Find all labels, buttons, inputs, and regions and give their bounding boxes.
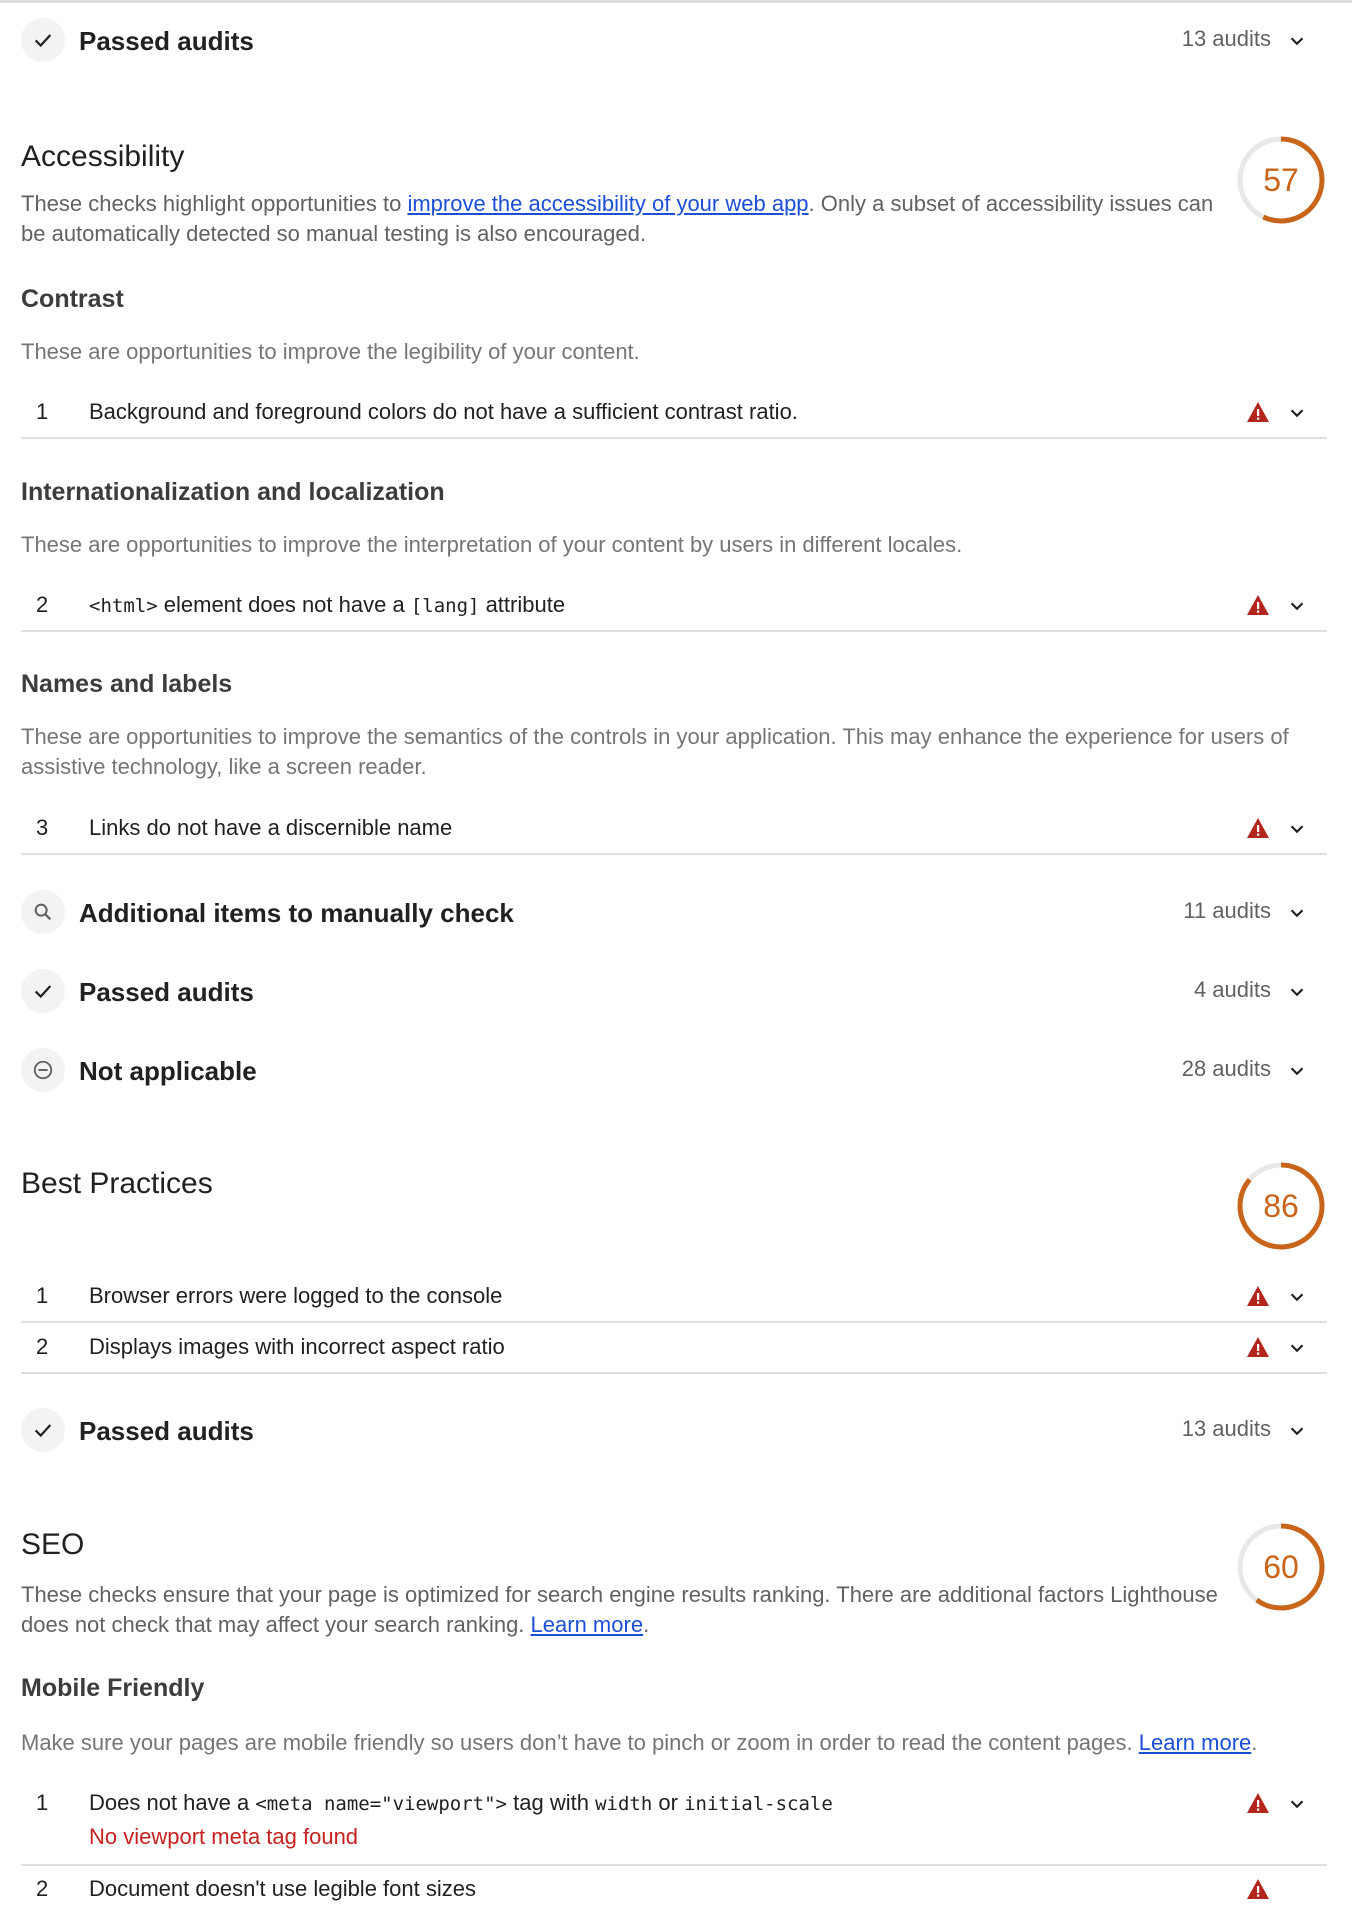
warning-triangle-icon: [1247, 1879, 1269, 1899]
score-gauge: 86: [1235, 1160, 1327, 1252]
learn-more-link[interactable]: Learn more: [531, 1612, 644, 1637]
group-count: 4 audits: [1193, 977, 1271, 1002]
check-icon: [21, 969, 65, 1013]
audit-number: 2: [36, 1876, 49, 1901]
warning-triangle-icon: [1247, 595, 1269, 615]
score-value: 60: [1263, 1549, 1299, 1585]
subgroup-description: These are opportunities to improve the l…: [21, 339, 640, 364]
audit-number: 1: [36, 399, 49, 424]
chevron-down-icon[interactable]: [1286, 818, 1308, 840]
chevron-down-icon[interactable]: [1286, 981, 1308, 1003]
group-title: Passed audits: [79, 977, 254, 1007]
search-icon: [21, 890, 65, 934]
group-count: 28 audits: [1181, 1056, 1271, 1081]
score-value: 57: [1263, 162, 1299, 198]
subgroup-title: Contrast: [21, 285, 124, 313]
passed-audits-group[interactable]: Passed audits 13 audits: [21, 18, 1327, 66]
subgroup-description: These are opportunities to improve the i…: [21, 532, 963, 557]
minus-circle-icon: [21, 1048, 65, 1092]
audit-number: 1: [36, 1283, 49, 1308]
top-divider: [0, 0, 1352, 3]
audit-row[interactable]: 3 Links do not have a discernible name: [21, 805, 1327, 855]
check-icon: [21, 1408, 65, 1452]
group-title: Passed audits: [79, 26, 254, 56]
chevron-down-icon[interactable]: [1286, 902, 1308, 924]
warning-triangle-icon: [1247, 818, 1269, 838]
check-icon: [21, 18, 65, 62]
audit-title: Browser errors were logged to the consol…: [89, 1283, 503, 1308]
subgroup-title: Names and labels: [21, 670, 233, 698]
chevron-down-icon[interactable]: [1286, 30, 1308, 52]
group-title: Passed audits: [79, 1416, 254, 1446]
audit-number: 3: [36, 815, 49, 840]
passed-audits-group[interactable]: Passed audits 4 audits: [21, 969, 1327, 1017]
audit-number: 2: [36, 1334, 49, 1359]
subgroup-title: Internationalization and localization: [21, 478, 445, 506]
group-count: 13 audits: [1181, 26, 1271, 51]
audit-row[interactable]: 2 <html> element does not have a [lang] …: [21, 582, 1327, 632]
warning-triangle-icon: [1247, 402, 1269, 422]
group-count: 11 audits: [1183, 898, 1271, 923]
warning-triangle-icon: [1247, 1337, 1269, 1357]
chevron-down-icon[interactable]: [1286, 1793, 1308, 1815]
chevron-down-icon[interactable]: [1286, 1337, 1308, 1359]
chevron-down-icon[interactable]: [1286, 1286, 1308, 1308]
subgroup-description: These are opportunities to improve the s…: [21, 724, 1289, 779]
audit-title: <html> element does not have a [lang] at…: [89, 592, 566, 617]
audit-error-text: No viewport meta tag found: [89, 1824, 359, 1849]
audit-title: Links do not have a discernible name: [89, 815, 453, 840]
audit-row[interactable]: 1 Background and foreground colors do no…: [21, 389, 1327, 439]
passed-audits-group[interactable]: Passed audits 13 audits: [21, 1408, 1327, 1456]
learn-more-link[interactable]: Learn more: [1139, 1730, 1252, 1755]
audit-number: 1: [36, 1790, 49, 1815]
audit-row[interactable]: 1 Browser errors were logged to the cons…: [21, 1273, 1327, 1323]
audit-title: Displays images with incorrect aspect ra…: [89, 1334, 505, 1359]
chevron-down-icon[interactable]: [1286, 1060, 1308, 1082]
group-count: 13 audits: [1181, 1416, 1271, 1441]
category-title: Best Practices: [21, 1167, 213, 1200]
chevron-down-icon[interactable]: [1286, 1420, 1308, 1442]
group-title: Not applicable: [79, 1056, 257, 1086]
category-title: Accessibility: [21, 140, 185, 173]
audit-title: Does not have a <meta name="viewport"> t…: [89, 1790, 833, 1815]
category-description: These checks ensure that your page is op…: [21, 1582, 1218, 1637]
score-value: 86: [1263, 1188, 1299, 1224]
audit-title: Document doesn't use legible font sizes: [89, 1876, 476, 1901]
group-title: Additional items to manually check: [79, 898, 514, 928]
category-title: SEO: [21, 1528, 85, 1561]
chevron-down-icon[interactable]: [1286, 402, 1308, 424]
warning-triangle-icon: [1247, 1286, 1269, 1306]
category-description: These checks highlight opportunities to …: [21, 191, 1214, 246]
accessibility-link[interactable]: improve the accessibility of your web ap…: [407, 191, 808, 216]
subgroup-description: Make sure your pages are mobile friendly…: [21, 1730, 1258, 1755]
audit-title: Background and foreground colors do not …: [89, 399, 798, 424]
score-gauge: 57: [1235, 134, 1327, 226]
manual-check-group[interactable]: Additional items to manually check 11 au…: [21, 890, 1327, 938]
audit-row[interactable]: 1 Does not have a <meta name="viewport">…: [21, 1780, 1327, 1866]
chevron-down-icon[interactable]: [1286, 595, 1308, 617]
audit-row[interactable]: 2 Displays images with incorrect aspect …: [21, 1324, 1327, 1374]
not-applicable-group[interactable]: Not applicable 28 audits: [21, 1048, 1327, 1096]
audit-row[interactable]: 2 Document doesn't use legible font size…: [21, 1866, 1327, 1914]
audit-number: 2: [36, 592, 49, 617]
warning-triangle-icon: [1247, 1793, 1269, 1813]
subgroup-title: Mobile Friendly: [21, 1674, 205, 1702]
score-gauge: 60: [1235, 1521, 1327, 1613]
